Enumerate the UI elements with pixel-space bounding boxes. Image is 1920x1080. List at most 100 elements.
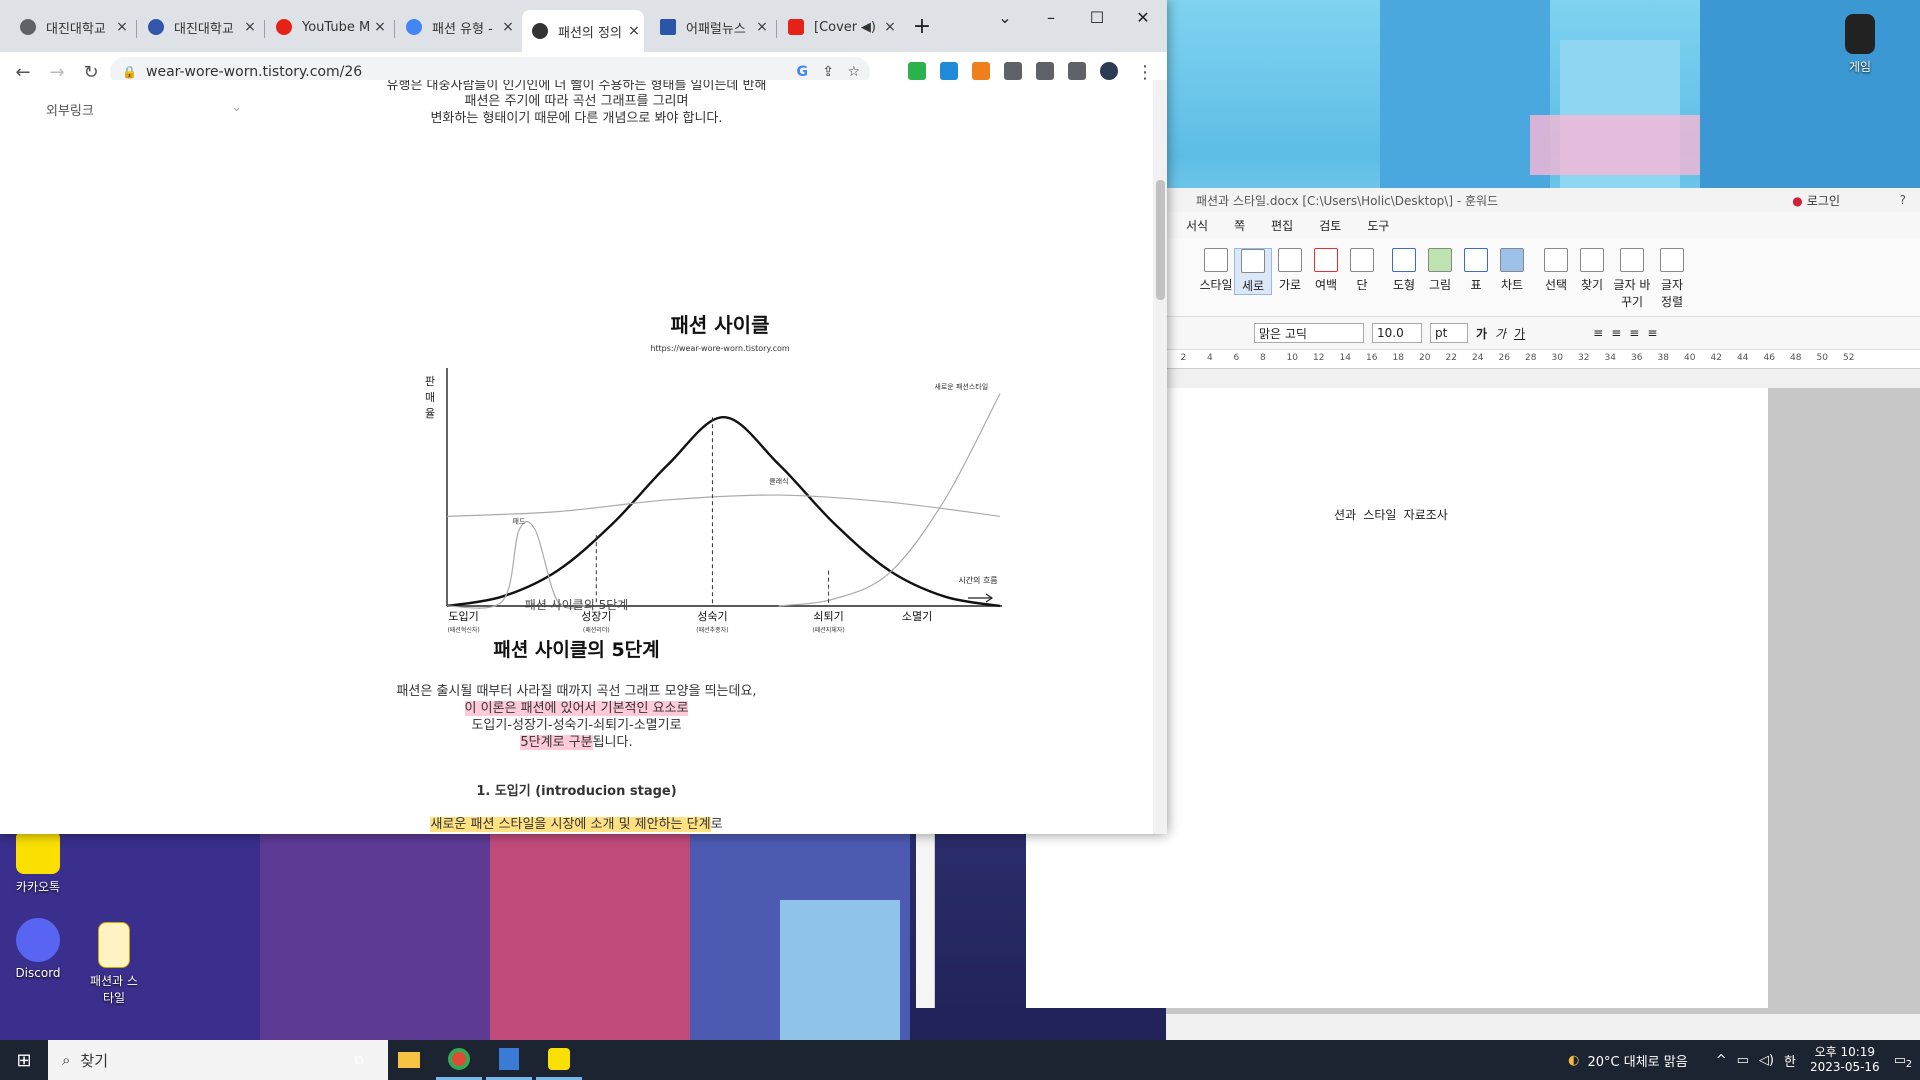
scrollbar-thumb[interactable]: [1156, 180, 1165, 300]
ribbon-find[interactable]: 찾기: [1574, 248, 1610, 293]
close-window-button[interactable]: ✕: [1120, 0, 1166, 34]
hanword-titlebar[interactable]: 패션과 스타일.docx [C:\Users\Holic\Desktop\] -…: [1166, 188, 1920, 212]
weather-icon[interactable]: ◐: [1568, 1053, 1579, 1068]
ruler-tick: 10: [1286, 353, 1298, 363]
wallpaper-building: [260, 834, 490, 1040]
ribbon-margin[interactable]: 여백: [1308, 248, 1344, 293]
hanword-window[interactable]: 패션과 스타일.docx [C:\Users\Holic\Desktop\] -…: [916, 188, 1920, 1040]
new-tab-button[interactable]: +: [908, 14, 936, 42]
menu-review[interactable]: 검토: [1309, 217, 1351, 234]
help-icon[interactable]: ?: [1900, 193, 1906, 207]
tab-search-icon[interactable]: ⌄: [982, 0, 1028, 34]
chart-title: 패션 사이클: [671, 313, 770, 337]
font-size-input[interactable]: 10.0: [1372, 323, 1422, 343]
category-sublabel: (패션리더): [583, 626, 610, 634]
close-tab-icon[interactable]: ×: [370, 19, 390, 35]
share-icon[interactable]: ⇪: [822, 64, 834, 80]
font-select[interactable]: 맑은 고딕: [1254, 323, 1364, 343]
minimize-button[interactable]: –: [1028, 0, 1074, 34]
google-lens-icon[interactable]: G: [797, 64, 809, 80]
media-control-icon[interactable]: [1036, 62, 1054, 80]
ribbon-columns[interactable]: 단: [1344, 248, 1380, 293]
weather-text[interactable]: 20°C 대체로 맑음: [1588, 1051, 1688, 1070]
ribbon-picture[interactable]: 그림: [1422, 248, 1458, 293]
ribbon-align-chars[interactable]: 글자 정렬: [1654, 248, 1690, 310]
close-tab-icon[interactable]: ×: [880, 19, 900, 35]
tab-2[interactable]: 대진대학교 ×: [138, 10, 260, 44]
close-tab-icon[interactable]: ×: [112, 19, 132, 35]
volume-icon[interactable]: ◁): [1759, 1053, 1774, 1068]
desktop-icon-game[interactable]: 게임: [1822, 14, 1898, 75]
tab-1[interactable]: 대진대학교 ×: [10, 10, 132, 44]
ribbon-table[interactable]: 표: [1458, 248, 1494, 293]
chrome-taskbar-icon[interactable]: [436, 1040, 482, 1080]
extension-icon[interactable]: [908, 62, 926, 80]
extension-rx-icon[interactable]: [972, 62, 990, 80]
close-tab-icon[interactable]: ×: [240, 19, 260, 35]
hanword-ribbon: 스타일 세로 가로 여백 단 도형 그림 표 차트 선택 찾기 글자 바꾸기 글…: [1166, 238, 1920, 317]
chrome-window[interactable]: 대진대학교 × 대진대학교 × YouTube M × 패션 유형 - × 패션의 정의…: [0, 0, 1167, 834]
underline-icon[interactable]: 가: [1514, 325, 1525, 342]
ribbon-portrait[interactable]: 세로: [1234, 248, 1272, 295]
close-tab-icon[interactable]: ×: [624, 23, 644, 39]
align-left-icon[interactable]: ≡: [1593, 326, 1603, 340]
ribbon-replace[interactable]: 글자 바꾸기: [1610, 248, 1654, 310]
ribbon-chart[interactable]: 차트: [1494, 248, 1530, 293]
align-right-icon[interactable]: ≡: [1629, 326, 1639, 340]
x-axis-label: 시간의 흐름: [958, 575, 997, 585]
menu-page[interactable]: 쪽: [1224, 217, 1255, 234]
close-tab-icon[interactable]: ×: [752, 19, 772, 35]
menu-format[interactable]: 서식: [1176, 217, 1218, 234]
profile-avatar[interactable]: [1100, 62, 1118, 80]
replace-icon: [1620, 248, 1644, 272]
ime-icon[interactable]: 한: [1784, 1051, 1796, 1070]
ribbon-shape[interactable]: 도형: [1386, 248, 1422, 293]
menu-tools[interactable]: 도구: [1357, 217, 1399, 234]
table-icon: [1464, 248, 1488, 272]
extension-on-icon[interactable]: [940, 62, 958, 80]
vertical-scrollbar[interactable]: [1153, 80, 1167, 834]
kakaotalk-taskbar-icon[interactable]: [536, 1040, 582, 1080]
document-text[interactable]: 션과 스타일 자료조사: [1334, 506, 1448, 523]
close-tab-icon[interactable]: ×: [498, 19, 518, 35]
hanword-taskbar-icon[interactable]: [486, 1040, 532, 1080]
notification-icon[interactable]: ▭ 2: [1894, 1053, 1912, 1070]
italic-icon[interactable]: 가: [1495, 325, 1506, 342]
network-icon[interactable]: ▭: [1737, 1053, 1749, 1068]
align-center-icon[interactable]: ≡: [1611, 326, 1621, 340]
ribbon-select[interactable]: 선택: [1538, 248, 1574, 293]
y-axis-label-char: 율: [425, 407, 435, 420]
tab-strip: 대진대학교 × 대진대학교 × YouTube M × 패션 유형 - × 패션의 정의…: [0, 0, 1167, 52]
page-content[interactable]: 외부링크 ⌄ 유행은 대중사람들이 인기인에 더 빨이 수용하는 형태를 일이는…: [0, 80, 1153, 834]
document-area[interactable]: 션과 스타일 자료조사: [916, 388, 1920, 1014]
ribbon-style[interactable]: 스타일: [1198, 248, 1234, 293]
desktop-icon-kakaotalk[interactable]: 카카오톡: [0, 830, 76, 895]
maximize-button[interactable]: ☐: [1074, 0, 1120, 34]
tab-6[interactable]: 어패럴뉴스 ×: [650, 10, 772, 44]
unit-select[interactable]: pt: [1430, 323, 1468, 343]
file-explorer-icon[interactable]: [386, 1040, 432, 1080]
tab-7[interactable]: [Cover]◀)×: [778, 10, 900, 44]
margin-icon: [1314, 248, 1338, 272]
login-button[interactable]: ● 로그인: [1792, 192, 1840, 209]
clock[interactable]: 오후 10:19 2023-05-16: [1810, 1045, 1880, 1075]
task-view-icon[interactable]: ⧉: [336, 1040, 382, 1080]
justify-icon[interactable]: ≡: [1647, 326, 1657, 340]
ruler-tick: 4: [1207, 353, 1213, 363]
puzzle-icon[interactable]: [1004, 62, 1022, 80]
bold-icon[interactable]: 가: [1476, 325, 1487, 342]
windows-start-button[interactable]: ⊞: [0, 1040, 48, 1080]
ribbon-landscape[interactable]: 가로: [1272, 248, 1308, 293]
speaker-icon[interactable]: ◀): [861, 20, 876, 35]
menu-edit[interactable]: 편집: [1261, 217, 1303, 234]
desktop-icon-discord[interactable]: Discord: [0, 918, 76, 980]
desktop-icon-document[interactable]: 패션과 스타일: [76, 922, 152, 1006]
ruler-tick: 12: [1313, 353, 1325, 363]
tray-chevron-icon[interactable]: ^: [1716, 1053, 1727, 1068]
tab-4[interactable]: 패션 유형 - ×: [396, 10, 518, 44]
tab-3[interactable]: YouTube M ×: [266, 10, 390, 44]
bookmark-star-icon[interactable]: ☆: [847, 64, 860, 80]
series-line-1: [446, 415, 1001, 608]
tab-5-active[interactable]: 패션의 정의 ×: [522, 10, 644, 52]
side-panel-icon[interactable]: [1068, 62, 1086, 80]
